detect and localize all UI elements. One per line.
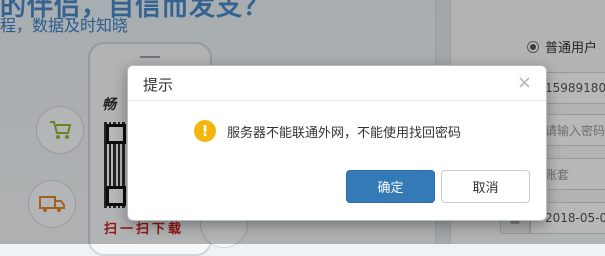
- dialog-body: ! 服务器不能联通外网，不能使用找回密码: [128, 101, 546, 161]
- confirm-button[interactable]: 确定: [346, 170, 435, 203]
- dialog-title: 提示: [143, 76, 174, 94]
- close-icon[interactable]: ×: [517, 72, 532, 93]
- alert-dialog: 提示 × ! 服务器不能联通外网，不能使用找回密码 确定 取消: [127, 65, 547, 221]
- dialog-message: 服务器不能联通外网，不能使用找回密码: [227, 126, 462, 141]
- warning-icon: !: [194, 120, 216, 142]
- dialog-header: 提示 ×: [128, 66, 546, 101]
- cancel-button[interactable]: 取消: [441, 170, 530, 203]
